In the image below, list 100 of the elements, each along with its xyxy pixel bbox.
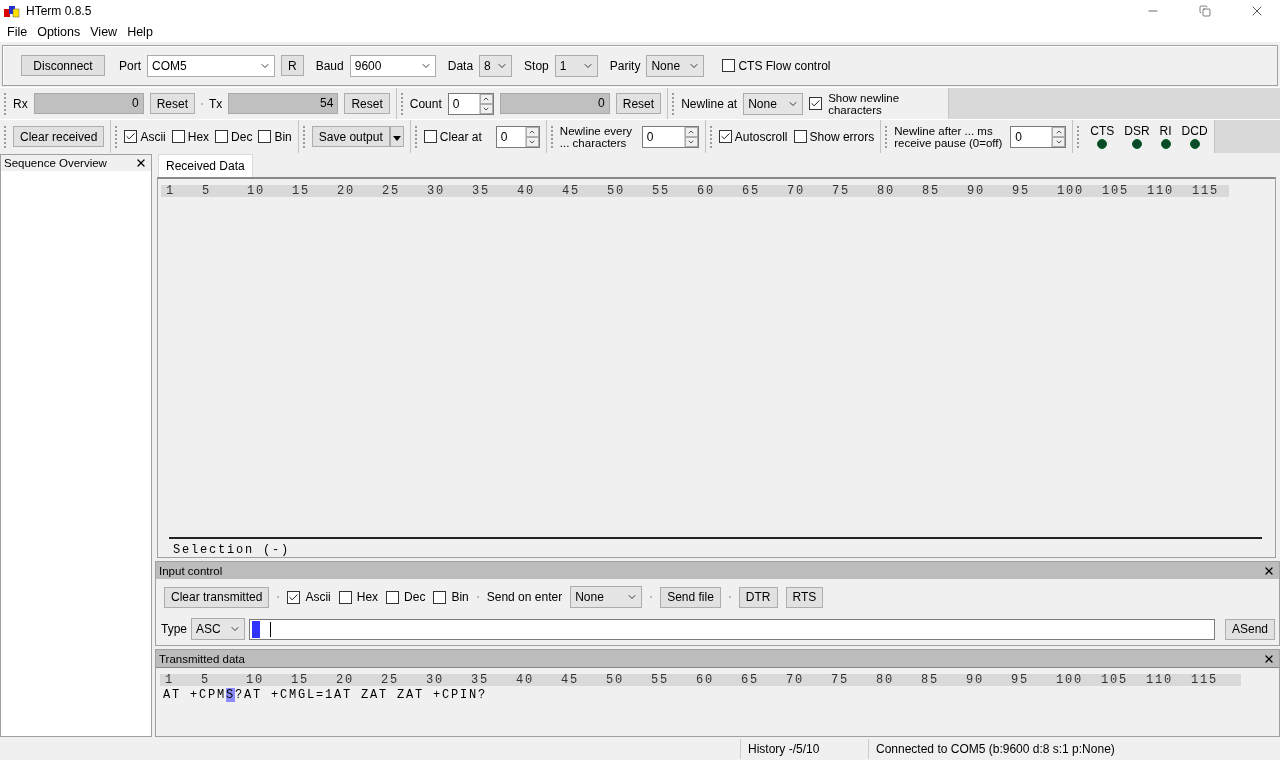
ruler-number: 25 <box>381 674 400 686</box>
send-on-enter-dropdown[interactable]: None <box>570 586 643 608</box>
toolbar-grip[interactable] <box>414 125 418 148</box>
ruler-number: 115 <box>1191 674 1219 686</box>
ruler-number: 70 <box>787 185 806 197</box>
input-field[interactable] <box>249 618 1215 640</box>
ruler-number: 60 <box>696 674 715 686</box>
toolbar-grip[interactable] <box>885 125 889 148</box>
ruler-number: 25 <box>382 185 401 197</box>
toolbar-grip[interactable] <box>550 125 554 148</box>
port-dropdown[interactable]: COM5 <box>147 54 275 77</box>
checkbox-label: Show errors <box>809 129 875 144</box>
checkbox-label: Clear at <box>439 129 482 144</box>
refresh-button[interactable]: R <box>281 55 304 76</box>
ruler-number: 60 <box>697 185 716 197</box>
clear-at-field[interactable]: 0 <box>495 125 540 148</box>
spin-buttons[interactable] <box>1051 126 1066 147</box>
count-field[interactable]: 0 <box>447 92 494 115</box>
ruler-number: 40 <box>517 185 536 197</box>
ruler-number: 110 <box>1147 185 1175 197</box>
ruler-number: 100 <box>1057 185 1085 197</box>
spin-buttons[interactable] <box>524 126 539 147</box>
toolbar-grip[interactable] <box>400 92 404 115</box>
ruler-number: 10 <box>246 674 265 686</box>
transmitted-text: AT +CPM S?AT +CMGL=1AT ZAT ZAT +CPIN? <box>162 688 489 702</box>
checkbox[interactable] <box>124 130 138 143</box>
window-title: HTerm 0.8.5 <box>26 4 93 18</box>
tab[interactable]: Received Data <box>158 154 253 177</box>
toolbar-grip[interactable] <box>4 125 7 148</box>
reset-button[interactable]: Reset <box>615 93 662 114</box>
menu-item[interactable]: Options <box>32 25 86 39</box>
checkbox[interactable] <box>423 130 437 143</box>
checkbox[interactable] <box>433 590 447 604</box>
panel-title: Sequence Overview <box>4 157 107 169</box>
checkbox-label: Dec <box>231 129 253 144</box>
checkbox[interactable] <box>258 130 272 143</box>
ruler-number: 45 <box>561 674 580 686</box>
newline-after-field[interactable]: 0 <box>1010 125 1067 148</box>
ruler-number: 55 <box>651 674 670 686</box>
reset-button[interactable]: Reset <box>149 93 196 114</box>
menu-item[interactable]: File <box>2 25 33 39</box>
signal-label: DSR <box>1124 124 1150 138</box>
send-file-button[interactable]: Send file <box>660 586 721 608</box>
selection-text: Selection (-) <box>173 543 290 557</box>
spin-buttons[interactable] <box>478 93 493 114</box>
panel-title: Transmitted data <box>159 652 245 665</box>
checkbox[interactable] <box>809 97 823 110</box>
toolbar-grip[interactable] <box>115 125 119 148</box>
ruler-number: 1 <box>166 185 176 197</box>
toolbar-grip[interactable] <box>672 92 676 115</box>
history-status: History -/5/10 <box>740 738 868 759</box>
ruler-number: 1 <box>165 674 175 686</box>
connection-status: Connected to COM5 (b:9600 d:8 s:1 p:None) <box>868 738 1280 759</box>
data-dropdown[interactable]: 8 <box>479 54 513 77</box>
ruler-number: 90 <box>966 674 985 686</box>
ruler-number: 65 <box>741 674 760 686</box>
parity-dropdown[interactable]: None <box>646 54 705 77</box>
disconnect-button[interactable]: Disconnect <box>21 55 105 76</box>
panel-title: Input control <box>159 564 223 577</box>
checkbox[interactable] <box>287 590 301 604</box>
ruler-number: 95 <box>1011 674 1030 686</box>
rts-button[interactable]: RTS <box>785 586 824 608</box>
toolbar-grip[interactable] <box>4 92 7 115</box>
ruler-number: 20 <box>337 185 356 197</box>
ruler-number: 90 <box>967 185 986 197</box>
ruler-number: 105 <box>1102 185 1130 197</box>
toolbar-grip[interactable] <box>709 125 713 148</box>
ruler-number: 80 <box>877 185 896 197</box>
checkbox[interactable] <box>722 59 736 72</box>
spin-buttons[interactable] <box>683 126 698 147</box>
checkbox[interactable] <box>718 130 732 143</box>
newline-dropdown[interactable]: None <box>743 92 804 115</box>
checkbox[interactable] <box>338 590 352 604</box>
checkbox-label: Ascii <box>140 129 166 144</box>
send-button[interactable]: ASend <box>1224 618 1275 640</box>
save-output-button[interactable]: Save output <box>311 126 390 147</box>
reset-button[interactable]: Reset <box>344 93 390 114</box>
ruler-number: 45 <box>562 185 581 197</box>
checkbox[interactable] <box>215 130 229 143</box>
baud-dropdown[interactable]: 9600 <box>349 54 436 77</box>
checkbox[interactable] <box>171 130 185 143</box>
checkbox[interactable] <box>793 130 807 143</box>
toolbar-grip[interactable] <box>302 125 306 148</box>
newline-every-label: Newline every ... characters <box>559 124 634 149</box>
newline-at-label: Newline at <box>681 96 738 111</box>
checkbox[interactable] <box>386 590 400 604</box>
ruler-number: 10 <box>247 185 266 197</box>
menu-item[interactable]: View <box>85 25 123 39</box>
clear-transmitted-button[interactable]: Clear transmitted <box>164 586 270 608</box>
menu-item[interactable]: Help <box>122 25 158 39</box>
newline-every-field[interactable]: 0 <box>641 125 699 148</box>
stop-dropdown[interactable]: 1 <box>554 54 598 77</box>
type-dropdown[interactable]: ASC <box>191 618 245 640</box>
close-icon[interactable] <box>135 157 147 169</box>
toolbar-grip[interactable] <box>1077 125 1081 148</box>
baud-label: Baud <box>315 58 344 73</box>
clear-received-button[interactable]: Clear received <box>13 126 105 147</box>
checkbox-label: Bin <box>274 129 292 144</box>
dtr-button[interactable]: DTR <box>738 586 778 608</box>
ruler-number: 5 <box>202 185 212 197</box>
